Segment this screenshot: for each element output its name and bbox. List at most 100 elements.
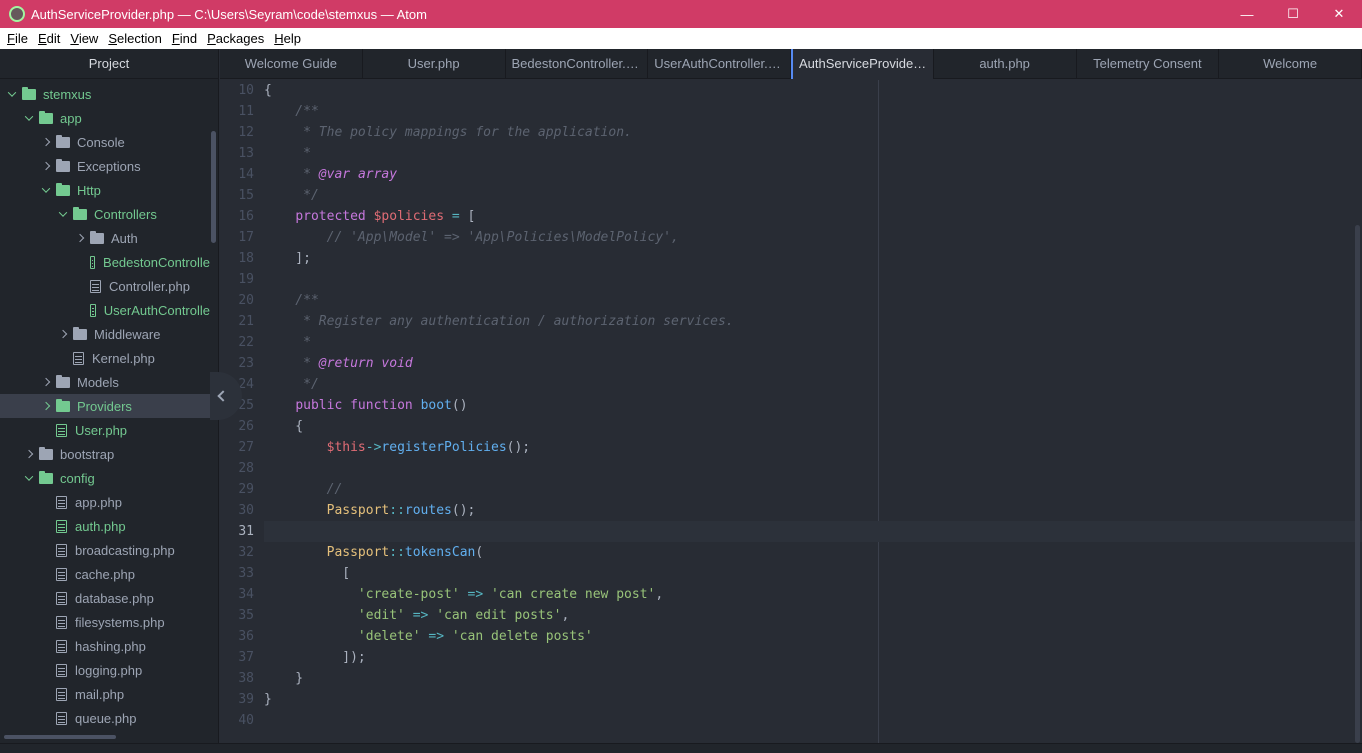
code-line[interactable]: Passport::routes(); xyxy=(264,500,1362,521)
menu-help[interactable]: Help xyxy=(269,31,306,46)
editor-tab[interactable]: Welcome Guide xyxy=(220,49,363,79)
code-line[interactable]: Passport::tokensCan( xyxy=(264,542,1362,563)
code-line[interactable]: } xyxy=(264,689,1362,710)
code-line[interactable] xyxy=(264,458,1362,479)
chevron-right-icon[interactable] xyxy=(40,376,52,388)
chevron-down-icon[interactable] xyxy=(6,88,18,100)
minimize-button[interactable]: — xyxy=(1224,0,1270,28)
tree-file-item[interactable]: UserAuthControlle xyxy=(0,298,210,322)
code-line[interactable] xyxy=(264,710,1362,731)
chevron-right-icon[interactable] xyxy=(57,328,69,340)
menu-view[interactable]: View xyxy=(65,31,103,46)
tree-item-label: Models xyxy=(77,374,119,390)
tree-file-item[interactable]: hashing.php xyxy=(0,634,210,658)
tree-folder-item[interactable]: Providers xyxy=(0,394,210,418)
code-line[interactable]: [ xyxy=(264,563,1362,584)
code-line[interactable]: // 'App\Model' => 'App\Policies\ModelPol… xyxy=(264,227,1362,248)
tree-folder-item[interactable]: app xyxy=(0,106,210,130)
code-line[interactable]: * xyxy=(264,332,1362,353)
tree-file-item[interactable]: BedestonControlle xyxy=(0,250,210,274)
code-line[interactable]: protected $policies = [ xyxy=(264,206,1362,227)
tree-folder-item[interactable]: Exceptions xyxy=(0,154,210,178)
code-line[interactable]: // xyxy=(264,479,1362,500)
tree-file-item[interactable]: database.php xyxy=(0,586,210,610)
close-button[interactable]: ✕ xyxy=(1316,0,1362,28)
code-line[interactable]: { xyxy=(264,80,1362,101)
tree-folder-item[interactable]: Auth xyxy=(0,226,210,250)
editor-tab[interactable]: User.php xyxy=(363,49,506,79)
tree-file-item[interactable]: filesystems.php xyxy=(0,610,210,634)
editor-tab[interactable]: Telemetry Consent xyxy=(1077,49,1220,79)
chevron-down-icon[interactable] xyxy=(23,112,35,124)
code-line[interactable]: * Register any authentication / authoriz… xyxy=(264,311,1362,332)
editor-tab[interactable]: UserAuthController.php xyxy=(648,49,791,79)
code-token: /** xyxy=(264,104,319,119)
menu-packages[interactable]: Packages xyxy=(202,31,269,46)
menu-edit[interactable]: Edit xyxy=(33,31,65,46)
tree-file-item[interactable]: Controller.php xyxy=(0,274,210,298)
tree-file-item[interactable]: User.php xyxy=(0,418,210,442)
editor-tab[interactable]: auth.php xyxy=(934,49,1077,79)
editor-tab[interactable]: Welcome xyxy=(1219,49,1362,79)
tree-folder-item[interactable]: Middleware xyxy=(0,322,210,346)
tree-file-item[interactable]: queue.php xyxy=(0,706,210,730)
code-line[interactable]: * @return void xyxy=(264,353,1362,374)
tree-item-label: hashing.php xyxy=(75,638,146,654)
tree-file-item[interactable]: mail.php xyxy=(0,682,210,706)
chevron-right-icon[interactable] xyxy=(40,136,52,148)
maximize-button[interactable]: ☐ xyxy=(1270,0,1316,28)
code-line[interactable]: public function boot() xyxy=(264,395,1362,416)
code-line[interactable]: { xyxy=(264,416,1362,437)
code-line[interactable] xyxy=(264,269,1362,290)
code-line[interactable]: $this->registerPolicies(); xyxy=(264,437,1362,458)
chevron-right-icon[interactable] xyxy=(74,232,86,244)
tree-folder-item[interactable]: Models xyxy=(0,370,210,394)
chevron-right-icon[interactable] xyxy=(40,400,52,412)
tree-file-item[interactable]: auth.php xyxy=(0,514,210,538)
editor-tab[interactable]: BedestonController.php xyxy=(506,49,649,79)
code-line[interactable]: */ xyxy=(264,185,1362,206)
editor-tab[interactable]: AuthServiceProvider.p... xyxy=(791,49,934,79)
tree-file-item[interactable]: logging.php xyxy=(0,658,210,682)
code-line[interactable]: ]); xyxy=(264,647,1362,668)
tree-file-item[interactable]: Kernel.php xyxy=(0,346,210,370)
file-icon xyxy=(56,567,67,581)
code-line[interactable]: * The policy mappings for the applicatio… xyxy=(264,122,1362,143)
tree-folder-item[interactable]: stemxus xyxy=(0,82,210,106)
menu-file[interactable]: File xyxy=(2,31,33,46)
code-line[interactable]: 'create-post' => 'can create new post', xyxy=(264,584,1362,605)
menu-find[interactable]: Find xyxy=(167,31,202,46)
chevron-right-icon[interactable] xyxy=(40,160,52,172)
code-line[interactable]: /** xyxy=(264,101,1362,122)
tree-folder-item[interactable]: Controllers xyxy=(0,202,210,226)
code-lines[interactable]: { /** * The policy mappings for the appl… xyxy=(264,80,1362,731)
tree-file-item[interactable]: app.php xyxy=(0,490,210,514)
menu-selection[interactable]: Selection xyxy=(103,31,166,46)
chevron-down-icon[interactable] xyxy=(23,472,35,484)
tree-vertical-scrollbar[interactable] xyxy=(211,131,216,243)
editor-vertical-scrollbar[interactable] xyxy=(1355,225,1360,743)
tree-file-item[interactable]: cache.php xyxy=(0,562,210,586)
code-line[interactable] xyxy=(264,521,1362,542)
code-line[interactable]: */ xyxy=(264,374,1362,395)
chevron-right-icon[interactable] xyxy=(23,448,35,460)
code-line[interactable]: 'edit' => 'can edit posts', xyxy=(264,605,1362,626)
tree-folder-item[interactable]: bootstrap xyxy=(0,442,210,466)
code-line[interactable]: * xyxy=(264,143,1362,164)
code-line[interactable]: } xyxy=(264,668,1362,689)
code-line[interactable]: * @var array xyxy=(264,164,1362,185)
code-line[interactable]: 'delete' => 'can delete posts' xyxy=(264,626,1362,647)
code-line[interactable]: /** xyxy=(264,290,1362,311)
tree-file-item[interactable]: broadcasting.php xyxy=(0,538,210,562)
tree-folder-item[interactable]: config xyxy=(0,466,210,490)
code-line[interactable]: ]; xyxy=(264,248,1362,269)
tree-horizontal-scrollbar[interactable] xyxy=(4,735,116,739)
tree-folder-item[interactable]: Console xyxy=(0,130,210,154)
chevron-down-icon[interactable] xyxy=(40,184,52,196)
tree-folder-item[interactable]: Http xyxy=(0,178,210,202)
code-token: (); xyxy=(451,503,476,518)
code-editor[interactable]: 10 11 12 13 14 15 16 17 18 19 20 21 22 23 24 25 26 27 28 29… xyxy=(220,80,1362,743)
file-icon xyxy=(56,663,67,677)
chevron-down-icon[interactable] xyxy=(57,208,69,220)
